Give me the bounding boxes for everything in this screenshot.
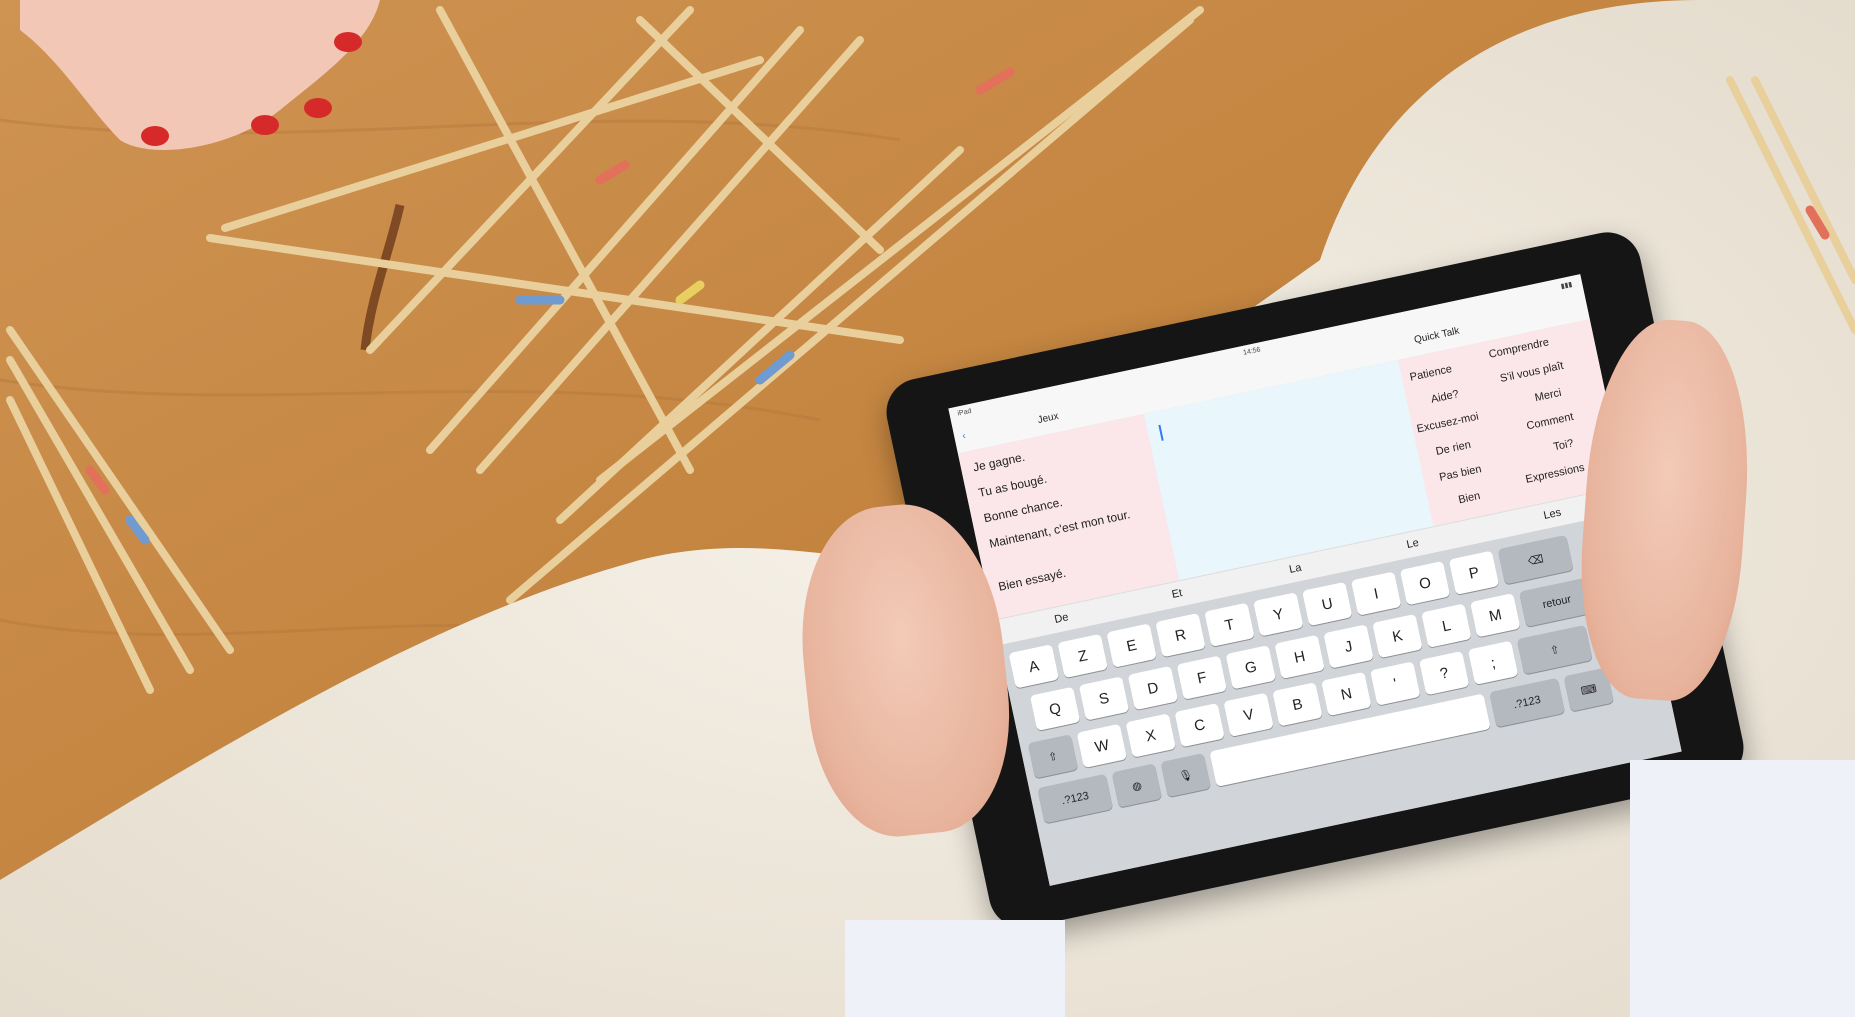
backspace-key[interactable]: ⌫	[1497, 534, 1574, 585]
key[interactable]: F	[1176, 655, 1228, 700]
quick-word[interactable]: Bien	[1457, 490, 1481, 506]
key[interactable]: D	[1127, 665, 1179, 711]
quick-word[interactable]: Pas bien	[1438, 463, 1482, 484]
key[interactable]: Y	[1253, 592, 1304, 637]
key[interactable]: S	[1078, 676, 1130, 721]
battery-icon: ▮▮▮	[1560, 281, 1573, 291]
key[interactable]: N	[1321, 671, 1372, 717]
carrier-label: iPad	[956, 407, 973, 418]
suggestion-word[interactable]: Les	[1542, 506, 1562, 521]
quick-word[interactable]: Comment	[1525, 411, 1574, 433]
key[interactable]: X	[1125, 713, 1177, 758]
key[interactable]: Z	[1057, 633, 1108, 679]
suggestion-word[interactable]: De	[1053, 611, 1069, 626]
quick-word[interactable]: Merci	[1534, 387, 1563, 404]
key[interactable]: P	[1448, 550, 1500, 595]
quick-word[interactable]: Toi?	[1552, 437, 1574, 453]
key[interactable]: K	[1372, 613, 1423, 659]
suggestion-word[interactable]: La	[1288, 562, 1302, 576]
key[interactable]: M	[1470, 593, 1521, 638]
key[interactable]: U	[1301, 581, 1353, 627]
numbers-key-right[interactable]: .?123	[1489, 677, 1566, 728]
phrase-item[interactable]: Bien essayé.	[997, 545, 1166, 594]
key[interactable]: I	[1350, 571, 1402, 616]
key[interactable]: ;	[1467, 640, 1519, 685]
shift-key[interactable]: ⇧	[1027, 734, 1079, 779]
key[interactable]: C	[1174, 702, 1225, 748]
clock-label: 14:56	[1242, 346, 1262, 357]
key[interactable]: L	[1421, 603, 1472, 648]
quick-word[interactable]: Excusez-moi	[1416, 411, 1480, 436]
key[interactable]: Q	[1029, 686, 1081, 732]
numbers-key[interactable]: .?123	[1037, 773, 1114, 824]
key[interactable]: E	[1106, 623, 1157, 668]
key[interactable]: W	[1076, 723, 1128, 769]
key[interactable]: O	[1399, 561, 1451, 606]
quick-word[interactable]: Comprendre	[1488, 336, 1550, 360]
quick-word[interactable]: Aide?	[1430, 388, 1460, 406]
microphone-icon[interactable]: 🎙	[1160, 752, 1212, 798]
key[interactable]: A	[1008, 644, 1060, 689]
key[interactable]: G	[1225, 645, 1277, 690]
key[interactable]: H	[1274, 634, 1325, 680]
quick-word[interactable]: Patience	[1409, 363, 1453, 384]
key[interactable]: ?	[1418, 650, 1470, 696]
key[interactable]: R	[1155, 612, 1206, 658]
quick-word[interactable]: S'il vous plaît	[1499, 360, 1565, 385]
category-title: Jeux	[1036, 410, 1060, 427]
floral-sleeve-left	[845, 920, 1065, 1017]
quick-word[interactable]: Expressions	[1525, 462, 1586, 486]
quick-word[interactable]: De rien	[1435, 439, 1472, 458]
key[interactable]: V	[1223, 692, 1274, 737]
photo-scene: iPad 14:56 ▮▮▮ ‹ Jeux Quick Talk Je gagn…	[0, 0, 1855, 1017]
key[interactable]: J	[1323, 624, 1374, 669]
floral-sleeve-right	[1630, 760, 1855, 1017]
key[interactable]: '	[1370, 661, 1421, 706]
key[interactable]: B	[1272, 682, 1323, 727]
back-button[interactable]: ‹	[961, 431, 967, 442]
key[interactable]: T	[1204, 602, 1255, 647]
quicktalk-title: Quick Talk	[1413, 325, 1461, 346]
suggestion-word[interactable]: Le	[1406, 537, 1420, 551]
shift-key-right[interactable]: ⇧	[1516, 624, 1593, 675]
text-caret	[1158, 424, 1164, 441]
suggestion-word[interactable]: Et	[1171, 587, 1184, 601]
globe-icon[interactable]: ◍	[1111, 763, 1163, 808]
